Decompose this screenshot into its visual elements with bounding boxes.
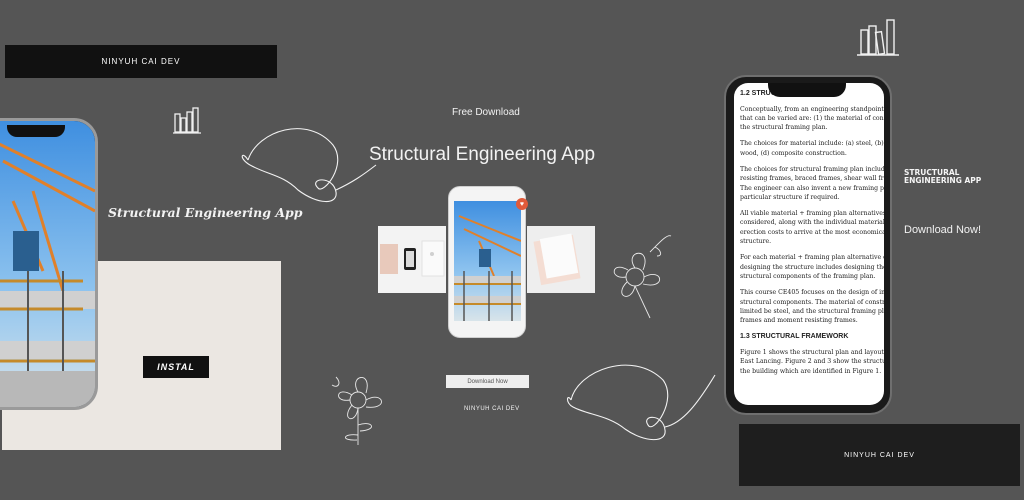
download-now-link[interactable]: Download Now! (904, 224, 981, 236)
doc-heading-2: 1.3 STRUCTURAL FRAMEWORK (740, 333, 849, 341)
books-icon-large (857, 19, 899, 56)
right-phone-notch (768, 83, 846, 97)
doc-bullet: This course CE405 focuses on the design … (740, 289, 884, 325)
left-dev-banner: NINYUH CAI DEV (5, 45, 277, 78)
center-title: Structural Engineering App (369, 144, 596, 165)
right-app-title-line2: ENGINEERING APP (904, 176, 982, 186)
download-now-button[interactable]: Download Now (446, 375, 529, 388)
right-dev-banner: NINYUH CAI DEV (739, 424, 1020, 486)
doc-bullet: Figure 1 shows the structural plan and l… (740, 348, 884, 375)
download-now-button-label: Download Now (467, 378, 508, 385)
right-phone-mockup: 1.2 STRUCTURAL DESIGN Conceptually, from… (724, 75, 892, 415)
right-dev-banner-text: NINYUH CAI DEV (844, 451, 915, 459)
center-phone-mockup: ♥ (448, 186, 528, 338)
phone-notch (7, 125, 65, 137)
doc-bullet: All viable material + framing plan alter… (740, 210, 884, 246)
center-dev-label: NINYUH CAI DEV (464, 406, 520, 412)
left-dev-banner-text: NINYUH CAI DEV (101, 57, 181, 66)
doc-bullet: The choices for structural framing plan … (740, 165, 884, 201)
document-screen: 1.2 STRUCTURAL DESIGN Conceptually, from… (734, 83, 884, 405)
doc-bullet: For each material + framing plan alterna… (740, 254, 884, 280)
center-construction-photo (454, 201, 521, 321)
notebook-photo-right (527, 226, 595, 293)
left-app-title: Structural Engineering App (108, 205, 303, 220)
scribble-line-top (241, 128, 377, 203)
desk-photo-left (378, 226, 446, 293)
doc-bullet: Conceptually, from an engineering standp… (740, 105, 884, 132)
right-app-title: STRUCTURAL ENGINEERING APP (904, 168, 982, 186)
heart-icon[interactable]: ♥ (516, 198, 528, 210)
install-button-label: INSTAL (157, 362, 195, 372)
flower-sketch-icon (331, 376, 382, 445)
scribble-line-bottom (566, 364, 716, 441)
install-button[interactable]: INSTAL (143, 356, 209, 378)
books-icon (173, 107, 201, 134)
flower-sketch-icon-right (613, 235, 672, 319)
construction-photo (0, 121, 95, 407)
free-download-label: Free Download (452, 107, 520, 118)
left-phone-mockup (0, 118, 98, 410)
doc-bullet: The choices for material include: (a) st… (740, 140, 884, 157)
